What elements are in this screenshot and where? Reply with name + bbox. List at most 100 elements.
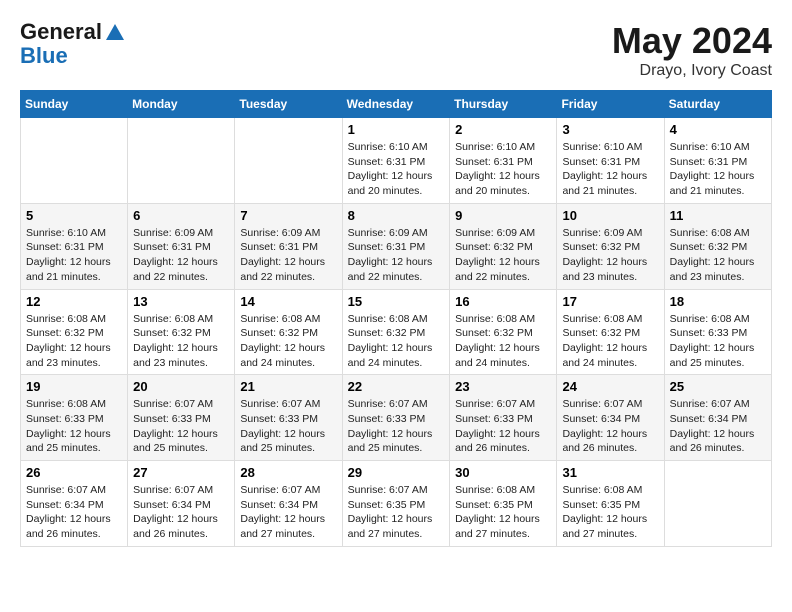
- day-number: 25: [670, 379, 766, 394]
- calendar-week-row: 5 Sunrise: 6:10 AM Sunset: 6:31 PM Daylig…: [21, 203, 772, 289]
- day-info: Sunrise: 6:08 AM Sunset: 6:32 PM Dayligh…: [133, 312, 229, 371]
- day-info: Sunrise: 6:08 AM Sunset: 6:33 PM Dayligh…: [26, 397, 122, 456]
- day-number: 1: [348, 122, 445, 137]
- day-number: 10: [562, 208, 658, 223]
- day-number: 29: [348, 465, 445, 480]
- day-number: 28: [240, 465, 336, 480]
- calendar-week-row: 26Sunrise: 6:07 AM Sunset: 6:34 PM Dayli…: [21, 461, 772, 547]
- day-info: Sunrise: 6:07 AM Sunset: 6:33 PM Dayligh…: [455, 397, 551, 456]
- calendar-cell: 10 Sunrise: 6:09 AM Sunset: 6:32 PM Dayli…: [557, 203, 664, 289]
- calendar-cell: 25 Sunrise: 6:07 AM Sunset: 6:34 PM Dayli…: [664, 375, 771, 461]
- calendar-cell: 19 Sunrise: 6:08 AM Sunset: 6:33 PM Dayli…: [21, 375, 128, 461]
- calendar-cell: 21Sunrise: 6:07 AM Sunset: 6:33 PM Dayli…: [235, 375, 342, 461]
- weekday-header: Wednesday: [342, 91, 450, 118]
- calendar-cell: 5 Sunrise: 6:10 AM Sunset: 6:31 PM Daylig…: [21, 203, 128, 289]
- calendar-cell: [664, 461, 771, 547]
- calendar-cell: 16 Sunrise: 6:08 AM Sunset: 6:32 PM Dayli…: [450, 289, 557, 375]
- weekday-header: Tuesday: [235, 91, 342, 118]
- weekday-header: Thursday: [450, 91, 557, 118]
- day-number: 15: [348, 294, 445, 309]
- day-number: 12: [26, 294, 122, 309]
- calendar-cell: [235, 118, 342, 204]
- day-number: 21: [240, 379, 336, 394]
- day-number: 23: [455, 379, 551, 394]
- day-info: Sunrise: 6:08 AM Sunset: 6:32 PM Dayligh…: [455, 312, 551, 371]
- day-info: Sunrise: 6:08 AM Sunset: 6:35 PM Dayligh…: [455, 483, 551, 542]
- day-info: Sunrise: 6:08 AM Sunset: 6:32 PM Dayligh…: [348, 312, 445, 371]
- day-number: 13: [133, 294, 229, 309]
- calendar-cell: 24Sunrise: 6:07 AM Sunset: 6:34 PM Dayli…: [557, 375, 664, 461]
- day-number: 20: [133, 379, 229, 394]
- calendar-cell: 7Sunrise: 6:09 AM Sunset: 6:31 PM Daylig…: [235, 203, 342, 289]
- calendar-cell: 17 Sunrise: 6:08 AM Sunset: 6:32 PM Dayli…: [557, 289, 664, 375]
- day-info: Sunrise: 6:10 AM Sunset: 6:31 PM Dayligh…: [670, 140, 766, 199]
- calendar-cell: 11Sunrise: 6:08 AM Sunset: 6:32 PM Dayli…: [664, 203, 771, 289]
- calendar-week-row: 1 Sunrise: 6:10 AM Sunset: 6:31 PM Daylig…: [21, 118, 772, 204]
- day-number: 9: [455, 208, 551, 223]
- calendar-cell: 31 Sunrise: 6:08 AM Sunset: 6:35 PM Dayli…: [557, 461, 664, 547]
- day-info: Sunrise: 6:07 AM Sunset: 6:34 PM Dayligh…: [562, 397, 658, 456]
- day-number: 30: [455, 465, 551, 480]
- calendar-cell: 13 Sunrise: 6:08 AM Sunset: 6:32 PM Dayli…: [128, 289, 235, 375]
- title-block: May 2024 Drayo, Ivory Coast: [612, 20, 772, 80]
- day-number: 11: [670, 208, 766, 223]
- calendar-cell: 18 Sunrise: 6:08 AM Sunset: 6:33 PM Dayli…: [664, 289, 771, 375]
- calendar-cell: [21, 118, 128, 204]
- day-info: Sunrise: 6:08 AM Sunset: 6:32 PM Dayligh…: [562, 312, 658, 371]
- day-info: Sunrise: 6:08 AM Sunset: 6:35 PM Dayligh…: [562, 483, 658, 542]
- day-info: Sunrise: 6:09 AM Sunset: 6:32 PM Dayligh…: [562, 226, 658, 285]
- day-number: 17: [562, 294, 658, 309]
- page-header: General Blue May 2024 Drayo, Ivory Coast: [20, 20, 772, 80]
- weekday-header: Friday: [557, 91, 664, 118]
- weekday-header: Saturday: [664, 91, 771, 118]
- day-number: 4: [670, 122, 766, 137]
- day-info: Sunrise: 6:07 AM Sunset: 6:34 PM Dayligh…: [240, 483, 336, 542]
- calendar-cell: 27Sunrise: 6:07 AM Sunset: 6:34 PM Dayli…: [128, 461, 235, 547]
- day-number: 31: [562, 465, 658, 480]
- calendar-cell: 1 Sunrise: 6:10 AM Sunset: 6:31 PM Daylig…: [342, 118, 450, 204]
- day-number: 18: [670, 294, 766, 309]
- day-info: Sunrise: 6:07 AM Sunset: 6:34 PM Dayligh…: [26, 483, 122, 542]
- weekday-header: Monday: [128, 91, 235, 118]
- day-number: 7: [240, 208, 336, 223]
- day-number: 14: [240, 294, 336, 309]
- day-number: 27: [133, 465, 229, 480]
- logo: General Blue: [20, 20, 126, 68]
- day-info: Sunrise: 6:08 AM Sunset: 6:33 PM Dayligh…: [670, 312, 766, 371]
- day-info: Sunrise: 6:10 AM Sunset: 6:31 PM Dayligh…: [348, 140, 445, 199]
- day-number: 5: [26, 208, 122, 223]
- day-info: Sunrise: 6:08 AM Sunset: 6:32 PM Dayligh…: [240, 312, 336, 371]
- calendar-cell: 22 Sunrise: 6:07 AM Sunset: 6:33 PM Dayli…: [342, 375, 450, 461]
- calendar-cell: 15 Sunrise: 6:08 AM Sunset: 6:32 PM Dayli…: [342, 289, 450, 375]
- day-number: 16: [455, 294, 551, 309]
- day-info: Sunrise: 6:07 AM Sunset: 6:33 PM Dayligh…: [348, 397, 445, 456]
- calendar-cell: 26Sunrise: 6:07 AM Sunset: 6:34 PM Dayli…: [21, 461, 128, 547]
- calendar-week-row: 12 Sunrise: 6:08 AM Sunset: 6:32 PM Dayli…: [21, 289, 772, 375]
- calendar-cell: 8 Sunrise: 6:09 AM Sunset: 6:31 PM Daylig…: [342, 203, 450, 289]
- day-info: Sunrise: 6:10 AM Sunset: 6:31 PM Dayligh…: [26, 226, 122, 285]
- calendar-cell: 23 Sunrise: 6:07 AM Sunset: 6:33 PM Dayli…: [450, 375, 557, 461]
- logo-line2: Blue: [20, 44, 126, 68]
- main-title: May 2024: [612, 20, 772, 62]
- day-info: Sunrise: 6:08 AM Sunset: 6:32 PM Dayligh…: [26, 312, 122, 371]
- day-info: Sunrise: 6:09 AM Sunset: 6:32 PM Dayligh…: [455, 226, 551, 285]
- day-number: 2: [455, 122, 551, 137]
- day-info: Sunrise: 6:09 AM Sunset: 6:31 PM Dayligh…: [133, 226, 229, 285]
- day-number: 22: [348, 379, 445, 394]
- logo-line1: General: [20, 19, 102, 44]
- calendar-cell: 4 Sunrise: 6:10 AM Sunset: 6:31 PM Daylig…: [664, 118, 771, 204]
- day-info: Sunrise: 6:07 AM Sunset: 6:34 PM Dayligh…: [670, 397, 766, 456]
- day-number: 3: [562, 122, 658, 137]
- day-number: 19: [26, 379, 122, 394]
- day-number: 8: [348, 208, 445, 223]
- day-info: Sunrise: 6:10 AM Sunset: 6:31 PM Dayligh…: [455, 140, 551, 199]
- weekday-header-row: SundayMondayTuesdayWednesdayThursdayFrid…: [21, 91, 772, 118]
- calendar-cell: 20 Sunrise: 6:07 AM Sunset: 6:33 PM Dayli…: [128, 375, 235, 461]
- day-info: Sunrise: 6:07 AM Sunset: 6:33 PM Dayligh…: [133, 397, 229, 456]
- day-info: Sunrise: 6:10 AM Sunset: 6:31 PM Dayligh…: [562, 140, 658, 199]
- calendar-cell: 3 Sunrise: 6:10 AM Sunset: 6:31 PM Daylig…: [557, 118, 664, 204]
- calendar-week-row: 19 Sunrise: 6:08 AM Sunset: 6:33 PM Dayli…: [21, 375, 772, 461]
- calendar-cell: 12 Sunrise: 6:08 AM Sunset: 6:32 PM Dayli…: [21, 289, 128, 375]
- day-info: Sunrise: 6:07 AM Sunset: 6:35 PM Dayligh…: [348, 483, 445, 542]
- day-info: Sunrise: 6:09 AM Sunset: 6:31 PM Dayligh…: [348, 226, 445, 285]
